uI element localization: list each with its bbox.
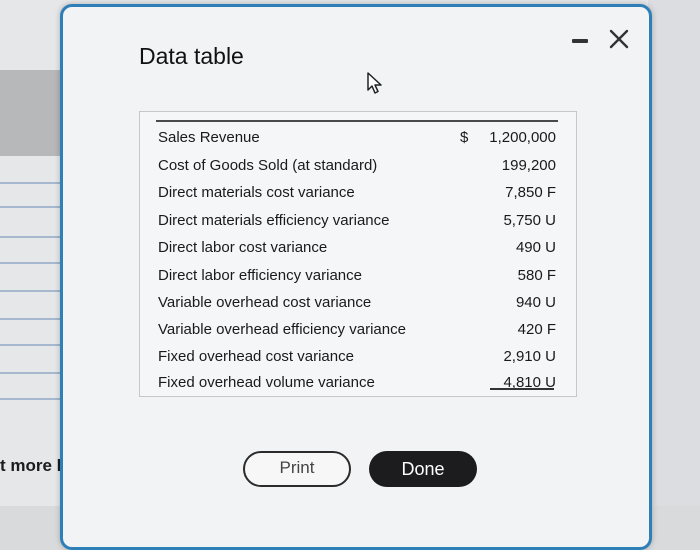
table-row: Cost of Goods Sold (at standard) 199,200 [140, 154, 576, 181]
table-row: Direct materials cost variance 7,850 F [140, 181, 576, 208]
pointer-cursor-icon [365, 71, 385, 95]
row-label: Variable overhead cost variance [158, 294, 372, 311]
table-top-rule [156, 120, 558, 122]
table-row: Variable overhead cost variance 940 U [140, 291, 576, 318]
row-label: Variable overhead efficiency variance [158, 321, 406, 338]
table-row: Sales Revenue $ 1,200,000 [140, 126, 576, 153]
currency-symbol: $ [460, 129, 469, 146]
data-table-dialog: Data table Sales Revenue $ 1,200,000 Cos… [60, 4, 652, 550]
table-row: Variable overhead efficiency variance 42… [140, 318, 576, 345]
row-label: Fixed overhead volume variance [158, 374, 375, 391]
background-panel [0, 70, 64, 156]
row-value: 5,750 U [503, 212, 556, 229]
row-label: Direct labor cost variance [158, 239, 328, 256]
row-value: 2,910 U [503, 348, 556, 365]
row-label: Fixed overhead cost variance [158, 348, 354, 365]
done-button[interactable]: Done [369, 451, 477, 487]
row-value: 7,850 F [505, 184, 556, 201]
row-value: 580 F [517, 267, 556, 284]
minimize-icon[interactable] [572, 39, 588, 43]
background-right-panel [648, 0, 700, 506]
row-label: Direct materials cost variance [158, 184, 355, 201]
print-button[interactable]: Print [243, 451, 351, 487]
row-value: 490 U [515, 239, 556, 256]
table-row: Fixed overhead volume variance 4,810 U [140, 371, 576, 398]
row-value: 199,200 [501, 157, 556, 174]
table-row: Fixed overhead cost variance 2,910 U [140, 345, 576, 372]
row-value: 1,200,000 [489, 129, 556, 146]
table-row: Direct materials efficiency variance 5,7… [140, 209, 576, 236]
table-row: Direct labor cost variance 490 U [140, 236, 576, 263]
table-row: Direct labor efficiency variance 580 F [140, 264, 576, 291]
data-table: Sales Revenue $ 1,200,000 Cost of Goods … [139, 111, 577, 397]
row-label: Direct materials efficiency variance [158, 212, 390, 229]
row-value: 940 U [515, 294, 556, 311]
row-label: Cost of Goods Sold (at standard) [158, 157, 378, 174]
total-underline [490, 388, 554, 390]
close-icon[interactable] [607, 27, 631, 51]
row-label: Direct labor efficiency variance [158, 267, 362, 284]
row-label: Sales Revenue [158, 129, 260, 146]
row-value: 420 F [517, 321, 556, 338]
dialog-title: Data table [139, 43, 244, 69]
